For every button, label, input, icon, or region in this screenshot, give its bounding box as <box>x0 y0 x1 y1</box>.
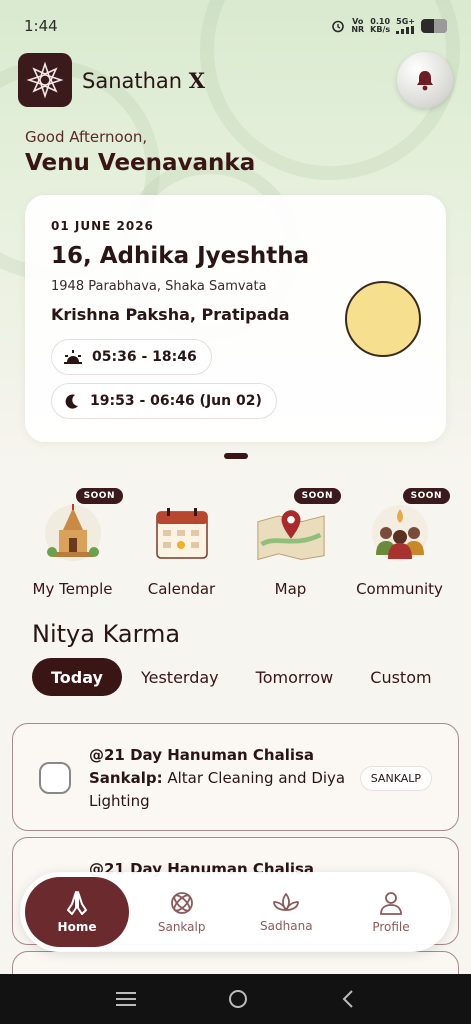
panchang-samvat: 1948 Parabhava, Shaka Samvata <box>51 279 267 294</box>
tab-yesterday[interactable]: Yesterday <box>141 658 219 696</box>
nav-sadhana[interactable]: Sadhana <box>234 877 338 947</box>
status-icons: Vo NR 0.10 KB/s 5G+ <box>331 18 447 34</box>
sunrise-sunset-pill: 05:36 - 18:46 <box>51 339 212 375</box>
app-logo[interactable] <box>18 53 72 107</box>
nav-label: Profile <box>372 920 410 934</box>
status-bar: 1:44 Vo NR 0.10 KB/s 5G+ <box>0 0 471 52</box>
panchang-paksha: Krishna Paksha, Pratipada <box>51 305 290 324</box>
tab-custom[interactable]: Custom <box>370 658 431 696</box>
soon-badge: SOON <box>75 488 123 504</box>
status-time: 1:44 <box>24 17 58 35</box>
system-nav-bar <box>0 974 471 1024</box>
profile-icon <box>380 892 402 915</box>
battery-icon <box>421 19 447 33</box>
sun-times: 05:36 - 18:46 <box>92 349 197 365</box>
soon-badge: SOON <box>402 488 450 504</box>
nr-label: NR <box>351 25 365 34</box>
bottom-nav: Home Sankalp Sadhana Profile <box>20 872 451 952</box>
network-label: 5G+ <box>396 17 415 26</box>
back-icon[interactable] <box>341 989 355 1009</box>
community-icon <box>365 498 435 568</box>
app-name-suffix: X <box>188 67 206 93</box>
feature-my-temple[interactable]: SOON My Temple <box>18 488 127 598</box>
feature-label: Map <box>274 580 307 598</box>
app-header: Sanathan X <box>18 52 453 108</box>
nav-sankalp[interactable]: Sankalp <box>130 877 234 947</box>
moon-times: 19:53 - 06:46 (Jun 02) <box>90 393 262 409</box>
home-circle-icon[interactable] <box>228 989 248 1009</box>
tab-today[interactable]: Today <box>32 658 122 696</box>
user-name: Venu Veenavanka <box>25 150 256 176</box>
app-name-prefix: Sanathan <box>82 68 183 93</box>
nav-label: Sankalp <box>157 920 206 934</box>
sunrise-icon <box>64 350 82 364</box>
feature-map[interactable]: SOON Map <box>236 488 345 598</box>
moon-phase-graphic <box>345 281 421 357</box>
panchang-title: 16, Adhika Jyeshtha <box>51 243 310 269</box>
sankalp-icon <box>170 892 193 914</box>
feature-label: Calendar <box>147 580 216 598</box>
feature-community[interactable]: SOON Community <box>345 488 454 598</box>
soon-badge: SOON <box>293 488 341 504</box>
panchang-date: 01 JUNE 2026 <box>51 219 154 233</box>
signal-icon <box>396 26 415 34</box>
task-checkbox[interactable] <box>39 762 71 794</box>
feature-row: SOON My Temple Calendar SOON Map SOON Co… <box>18 488 454 598</box>
tab-tomorrow[interactable]: Tomorrow <box>256 658 334 696</box>
nav-label: Home <box>57 920 97 934</box>
feature-calendar[interactable]: Calendar <box>127 488 236 598</box>
drag-handle[interactable] <box>224 453 248 459</box>
task-card[interactable]: @21 Day Hanuman Chalisa Sankalp: Altar C… <box>12 723 459 831</box>
map-icon <box>256 498 326 568</box>
day-tabs: Today Yesterday Tomorrow Custom <box>32 658 447 696</box>
app-name: Sanathan X <box>82 68 205 93</box>
nav-home[interactable]: Home <box>25 877 129 947</box>
panchang-card[interactable]: 01 JUNE 2026 16, Adhika Jyeshtha 1948 Pa… <box>25 195 446 442</box>
mandala-icon <box>26 61 64 99</box>
feature-label: Community <box>356 580 443 598</box>
recents-icon[interactable] <box>116 992 137 1006</box>
task-tag: SANKALP <box>359 766 432 791</box>
namaste-icon <box>67 891 87 915</box>
moonrise-moonset-pill: 19:53 - 06:46 (Jun 02) <box>51 383 277 419</box>
task-card[interactable] <box>12 951 459 974</box>
moon-icon <box>65 394 78 409</box>
speed-unit: KB/s <box>370 25 391 34</box>
alarm-icon <box>332 20 345 33</box>
bell-icon <box>417 71 433 91</box>
notifications-button[interactable] <box>397 52 453 108</box>
calendar-icon <box>147 498 217 568</box>
greeting-text: Good Afternoon, <box>25 128 148 146</box>
temple-icon <box>38 498 108 568</box>
feature-label: My Temple <box>32 580 113 598</box>
lotus-icon <box>273 893 300 911</box>
section-title: Nitya Karma <box>32 620 181 648</box>
task-title: @21 Day Hanuman Chalisa Sankalp: Altar C… <box>89 744 349 813</box>
nav-label: Sadhana <box>260 919 313 933</box>
nav-profile[interactable]: Profile <box>339 877 443 947</box>
